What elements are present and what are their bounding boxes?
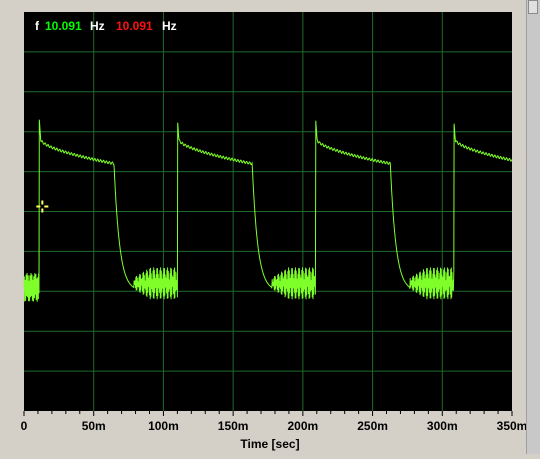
x-tick-label: 300m xyxy=(427,419,458,433)
ch1-frequency-value: 10.091 xyxy=(45,19,82,33)
ch2-frequency-unit: Hz xyxy=(162,19,177,33)
side-scrollbar-thumb[interactable] xyxy=(528,0,538,14)
ch2-frequency-value: 10.091 xyxy=(116,19,153,33)
x-tick-label: 200m xyxy=(288,419,319,433)
oscilloscope-display: 0 50m 100m 150m 200m 250m 300m 350m Time [sec] … xyxy=(0,0,540,454)
x-tick-label: 0 xyxy=(21,419,28,433)
side-scrollbar[interactable] xyxy=(526,0,540,454)
x-tick-label: 150m xyxy=(218,419,249,433)
ch1-frequency-unit: Hz xyxy=(90,19,105,33)
scope-plot: 0 50m 100m 150m 200m 250m 300m 350m Time [sec] … xyxy=(0,0,540,454)
x-axis-label: Time [sec] xyxy=(240,437,299,451)
x-tick-label: 100m xyxy=(148,419,179,433)
x-tick-label: 50m xyxy=(82,419,106,433)
x-tick-label: 250m xyxy=(357,419,388,433)
x-tick-label: 350m xyxy=(497,419,528,433)
